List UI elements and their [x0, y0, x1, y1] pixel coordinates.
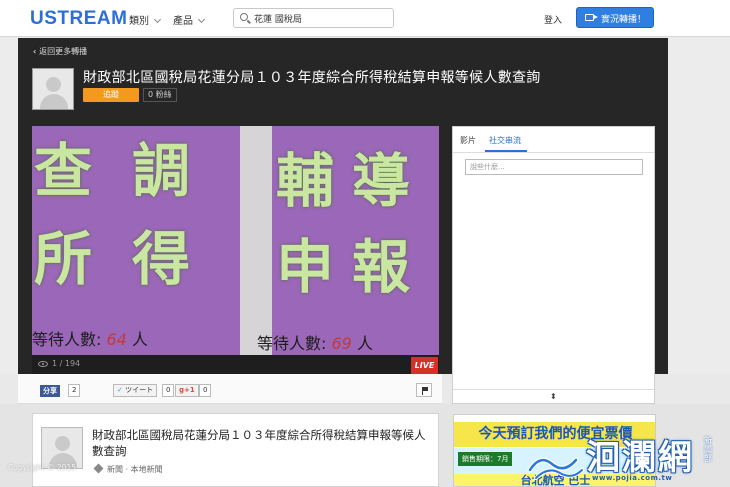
- gplus-button[interactable]: g+1: [175, 384, 199, 397]
- follow-button[interactable]: 追蹤: [83, 88, 139, 102]
- broadcast-button[interactable]: 實況轉播！: [576, 7, 654, 28]
- channel-avatar[interactable]: [32, 68, 74, 110]
- avatar-head: [55, 436, 70, 451]
- wait-label: 等待人數:: [257, 334, 327, 353]
- wait-number: 64: [106, 330, 127, 349]
- followers-count: 0 粉絲: [143, 88, 177, 102]
- board-char: 申: [276, 233, 335, 301]
- broadcast-label: 實況轉播！: [601, 15, 647, 25]
- tab-videos[interactable]: 影片: [460, 135, 476, 146]
- tweet-count: 0: [162, 384, 175, 397]
- avatar-body: [40, 94, 68, 109]
- facebook-share-button[interactable]: 分享: [40, 385, 60, 397]
- back-link[interactable]: 返回更多轉播: [33, 46, 87, 57]
- site-watermark: 洄瀾網 新聞部 www.pojia.com.tw: [526, 430, 730, 487]
- tag-icon: [93, 463, 104, 474]
- nav-categories-label: 類別: [129, 16, 149, 27]
- top-bar: USTREAM 類別 產品 登入 實況轉播！: [0, 0, 730, 37]
- watermark-url: www.pojia.com.tw: [592, 474, 673, 482]
- gplus-count: 0: [199, 384, 212, 397]
- expand-toggle-icon[interactable]: ⬍: [550, 392, 557, 401]
- board-char: 調: [132, 137, 191, 205]
- twitter-bird-icon: ✓: [117, 386, 123, 394]
- share-bar: 分享 2 ✓ ツイート 0 g+1 0: [18, 374, 442, 404]
- eye-icon: [38, 361, 48, 367]
- nav-categories[interactable]: 類別: [129, 12, 162, 27]
- video-info-bar: 1 / 194: [32, 355, 439, 374]
- watermark-text: 洄瀾網: [586, 438, 694, 478]
- camera-icon: [585, 14, 598, 21]
- info-title: 財政部北區國稅局花蓮分局１０３年度綜合所得稅結算申報等候人數查詢: [92, 428, 426, 458]
- chevron-down-icon: [197, 15, 206, 24]
- board-char: 輔: [276, 147, 335, 215]
- login-link[interactable]: 登入: [544, 13, 562, 26]
- search-box[interactable]: [233, 8, 394, 28]
- nav-products[interactable]: 產品: [173, 12, 206, 27]
- channel-title: 財政部北區國稅局花蓮分局１０３年度綜合所得稅結算申報等候人數查詢: [83, 70, 541, 86]
- search-input[interactable]: [254, 11, 389, 25]
- panel-footer: ⬍: [453, 389, 654, 404]
- view-count: 1 / 194: [52, 359, 81, 368]
- search-icon: [240, 13, 248, 21]
- wait-unit: 人: [356, 334, 373, 353]
- tweet-label: ツイート: [125, 386, 154, 394]
- tab-divider: [453, 152, 654, 153]
- copyright-text: Copyright © 2015: [8, 463, 77, 472]
- chevron-down-icon: [153, 15, 162, 24]
- page-gutter-right: [668, 38, 730, 374]
- wait-label: 等待人數:: [32, 330, 102, 349]
- wait-count-right: 等待人數: 69 人: [257, 330, 373, 354]
- board-char: 得: [132, 225, 191, 293]
- page-gutter-left: [0, 38, 18, 374]
- wait-count-left: 等待人數: 64 人: [32, 326, 148, 350]
- ad-sale-period: 銷售期限：7月: [458, 452, 513, 466]
- wait-number: 69: [331, 334, 352, 353]
- ustream-logo[interactable]: USTREAM: [30, 8, 127, 30]
- board-char: 導: [352, 147, 411, 215]
- video-player[interactable]: 查 調 所 得 輔 導 申 報 等待人數: 64 人 等待人數: 69 人: [32, 126, 439, 355]
- facebook-share-count: 2: [68, 384, 81, 397]
- tags-label: 新聞 · 本地新聞: [107, 465, 163, 474]
- chat-input[interactable]: 說些什麼...: [465, 159, 643, 175]
- category-tags[interactable]: 新聞 · 本地新聞: [93, 463, 163, 475]
- live-badge: LIVE: [411, 357, 438, 374]
- board-char: 查: [34, 137, 93, 205]
- watermark-side-text: 新聞部: [704, 436, 712, 463]
- wave-logo-icon: [527, 457, 584, 480]
- nav-products-label: 產品: [173, 16, 193, 27]
- tab-social-stream[interactable]: 社交串流: [489, 135, 521, 146]
- wait-unit: 人: [131, 330, 148, 349]
- social-panel: 影片 社交串流 說些什麼... ⬍: [452, 126, 655, 404]
- board-char: 報: [352, 233, 411, 301]
- board-char: 所: [34, 225, 93, 293]
- tweet-button[interactable]: ✓ ツイート: [113, 384, 158, 397]
- flag-icon[interactable]: [416, 383, 432, 397]
- board-divider: [240, 126, 272, 355]
- avatar-head: [46, 77, 61, 92]
